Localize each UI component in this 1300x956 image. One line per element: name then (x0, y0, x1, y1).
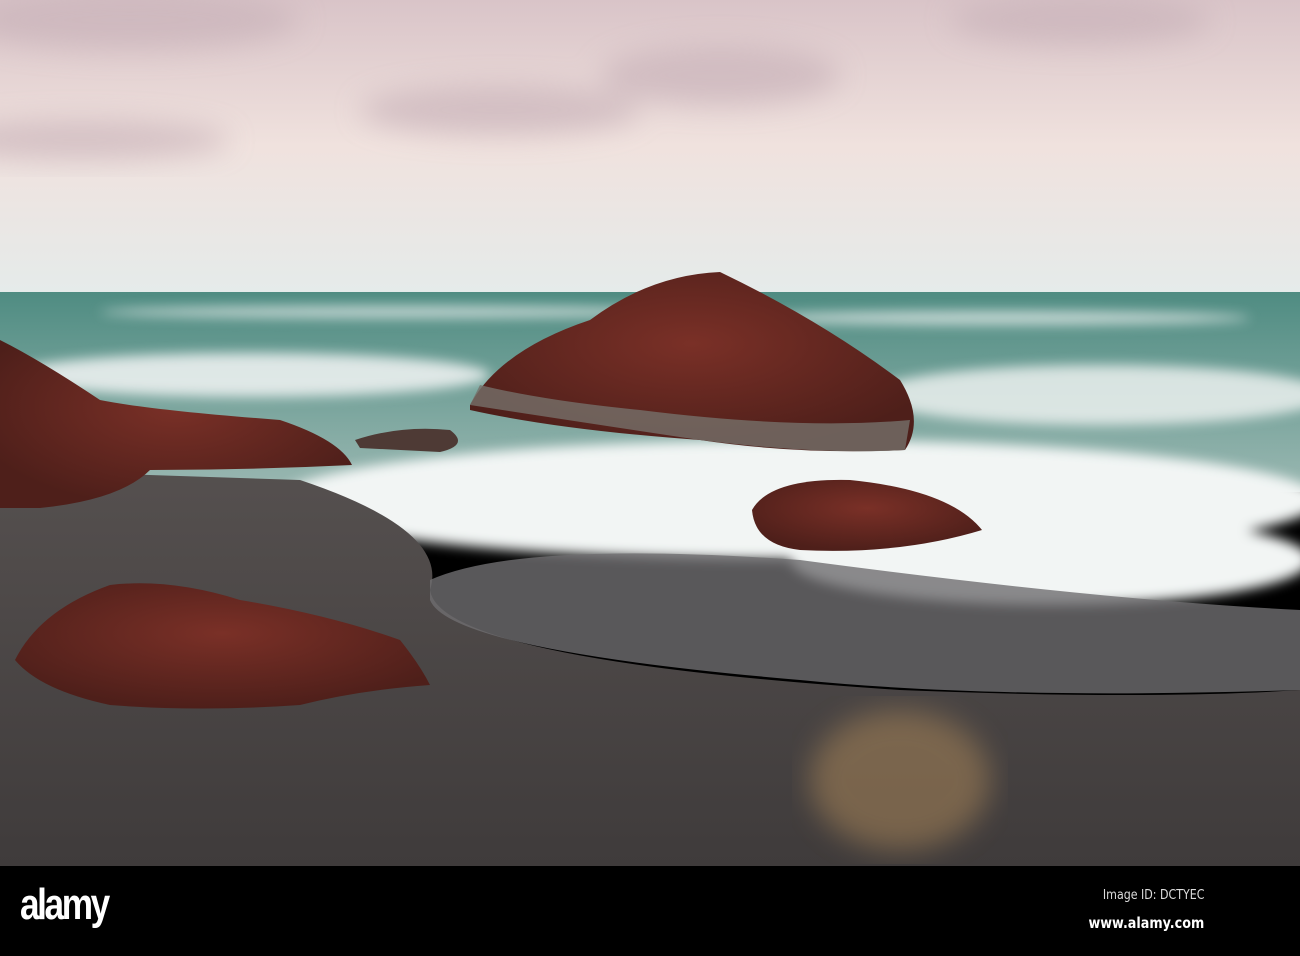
golden-streak (810, 710, 990, 850)
alamy-logo: alamy (20, 880, 110, 929)
site-url: www.alamy.com (1088, 914, 1204, 932)
beach-photo (0, 0, 1300, 866)
watermark-bar: alamy Image ID: DCTYEC www.alamy.com (0, 866, 1300, 956)
image-id: Image ID: DCTYEC (1102, 888, 1204, 903)
